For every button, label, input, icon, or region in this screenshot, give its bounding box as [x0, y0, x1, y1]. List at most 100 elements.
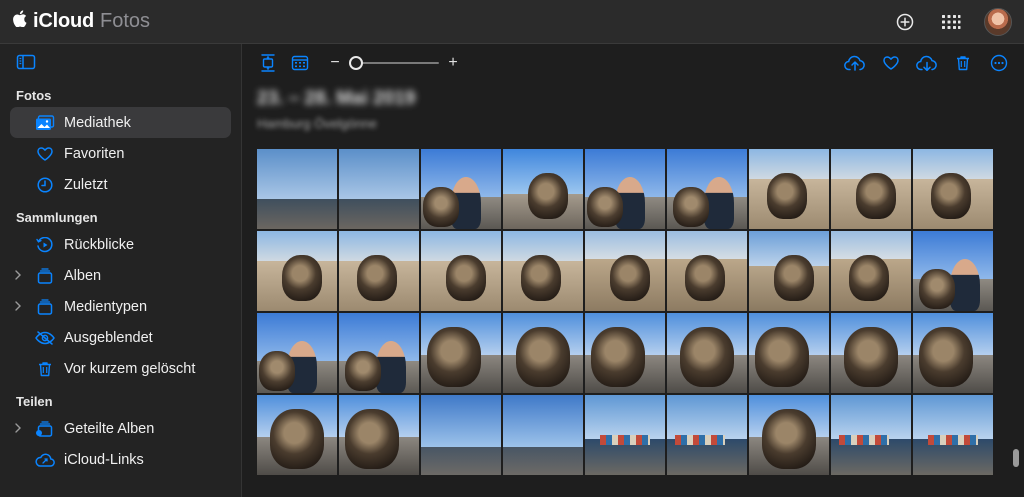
photo-thumbnail[interactable]: [503, 313, 583, 393]
sidebar-item-geteilte-alben[interactable]: Geteilte Alben: [10, 413, 231, 444]
photo-thumbnail[interactable]: [913, 313, 993, 393]
photo-dog: [672, 187, 709, 227]
sidebar-item-label: Favoriten: [64, 145, 125, 162]
media-types-icon: [34, 297, 56, 317]
photo-grid: [257, 149, 995, 497]
photo-thumbnail[interactable]: [667, 231, 747, 311]
zoom-slider[interactable]: [349, 56, 439, 70]
download-icon[interactable]: [916, 52, 938, 74]
photo-sky: [585, 395, 665, 439]
shared-albums-icon: [34, 419, 56, 439]
photo-thumbnail[interactable]: [667, 149, 747, 229]
sidebar-item-label: Vor kurzem gelöscht: [64, 360, 196, 377]
photo-thumbnail[interactable]: [421, 313, 501, 393]
photo-thumbnail[interactable]: [585, 231, 665, 311]
main-content: − + 23. – 28. Mai 2019 Hamburg Övelgönne: [243, 44, 1024, 497]
photo-thumbnail[interactable]: [667, 313, 747, 393]
upload-icon[interactable]: [844, 52, 866, 74]
chevron-right-icon[interactable]: [13, 269, 23, 281]
photo-thumbnail[interactable]: [749, 313, 829, 393]
photo-thumbnail[interactable]: [421, 149, 501, 229]
delete-trash-icon[interactable]: [952, 52, 974, 74]
photo-sky: [503, 395, 583, 447]
photo-thumbnail[interactable]: [913, 395, 993, 475]
photo-thumbnail[interactable]: [831, 231, 911, 311]
photo-ship: [600, 435, 650, 445]
photo-thumbnail[interactable]: [257, 395, 337, 475]
zoom-in-button[interactable]: +: [447, 54, 459, 72]
photo-thumbnail[interactable]: [339, 149, 419, 229]
hidden-eye-icon: [34, 328, 56, 348]
sidebar-item-rueckblicke[interactable]: Rückblicke: [10, 229, 231, 260]
sidebar-item-favoriten[interactable]: Favoriten: [10, 138, 231, 169]
chevron-right-icon[interactable]: [13, 422, 23, 434]
sidebar-item-label: Geteilte Alben: [64, 420, 155, 437]
user-avatar[interactable]: [984, 7, 1012, 36]
photo-thumbnail[interactable]: [503, 395, 583, 475]
photo-sky: [421, 395, 501, 447]
albums-icon: [34, 266, 56, 286]
photo-thumbnail[interactable]: [831, 149, 911, 229]
photo-thumbnail[interactable]: [257, 149, 337, 229]
scrollbar-thumb[interactable]: [1013, 449, 1019, 467]
zoom-slider-thumb[interactable]: [349, 56, 363, 70]
photo-dog: [762, 409, 816, 469]
sidebar-toggle-icon[interactable]: [16, 54, 38, 74]
sidebar-item-icloud-links[interactable]: iCloud-Links: [10, 444, 231, 475]
zoom-control: − +: [329, 54, 459, 72]
photo-thumbnail[interactable]: [339, 313, 419, 393]
moment-location[interactable]: Hamburg Övelgönne: [257, 116, 377, 131]
photo-thumbnail[interactable]: [749, 231, 829, 311]
photo-thumbnail[interactable]: [421, 231, 501, 311]
sidebar-item-alben[interactable]: Alben: [10, 260, 231, 291]
sidebar-item-vor-kurzem-geloescht[interactable]: Vor kurzem gelöscht: [10, 353, 231, 384]
photo-thumbnail[interactable]: [585, 395, 665, 475]
photo-thumbnail[interactable]: [503, 149, 583, 229]
app-grid-icon[interactable]: [938, 9, 964, 35]
photo-dog: [918, 269, 955, 309]
add-icon[interactable]: [892, 9, 918, 35]
sidebar-item-mediathek[interactable]: Mediathek: [10, 107, 231, 138]
photo-dog: [423, 187, 459, 227]
photo-thumbnail[interactable]: [585, 313, 665, 393]
photo-thumbnail[interactable]: [503, 231, 583, 311]
zoom-out-button[interactable]: −: [329, 54, 341, 72]
sidebar-item-ausgeblendet[interactable]: Ausgeblendet: [10, 322, 231, 353]
chevron-right-icon[interactable]: [13, 300, 23, 312]
apple-logo-icon: [13, 10, 27, 27]
photo-thumbnail[interactable]: [257, 231, 337, 311]
photo-thumbnail[interactable]: [749, 149, 829, 229]
sidebar-item-medientypen[interactable]: Medientypen: [10, 291, 231, 322]
photo-dog: [931, 173, 971, 219]
photo-thumbnail[interactable]: [913, 149, 993, 229]
photo-thumbnail[interactable]: [913, 231, 993, 311]
photo-thumbnail[interactable]: [339, 395, 419, 475]
photo-ground: [503, 447, 583, 475]
sidebar-item-label: Alben: [64, 267, 102, 284]
photo-dog: [685, 255, 725, 301]
photo-thumbnail[interactable]: [667, 395, 747, 475]
photo-thumbnail[interactable]: [749, 395, 829, 475]
photo-thumbnail[interactable]: [421, 395, 501, 475]
sidebar-item-zuletzt[interactable]: Zuletzt: [10, 169, 231, 200]
sidebar-item-label: Medientypen: [64, 298, 148, 315]
app-brand[interactable]: iCloud Fotos: [12, 10, 150, 33]
photo-thumbnail[interactable]: [831, 395, 911, 475]
photo-dog: [610, 255, 650, 301]
photo-thumbnail[interactable]: [339, 231, 419, 311]
fit-view-icon[interactable]: [257, 52, 279, 74]
photo-dog: [259, 351, 295, 391]
photo-thumbnail[interactable]: [257, 313, 337, 393]
scrollbar[interactable]: [1012, 149, 1020, 497]
favorite-heart-icon[interactable]: [880, 52, 902, 74]
photo-dog: [844, 327, 898, 387]
photo-dog: [427, 327, 481, 387]
photo-dog: [516, 327, 570, 387]
trash-icon: [34, 359, 56, 379]
calendar-view-icon[interactable]: [289, 52, 311, 74]
photo-person: [950, 259, 980, 311]
photo-thumbnail[interactable]: [831, 313, 911, 393]
brand-icloud-text: iCloud: [33, 10, 95, 32]
photo-thumbnail[interactable]: [585, 149, 665, 229]
more-options-icon[interactable]: [988, 52, 1010, 74]
